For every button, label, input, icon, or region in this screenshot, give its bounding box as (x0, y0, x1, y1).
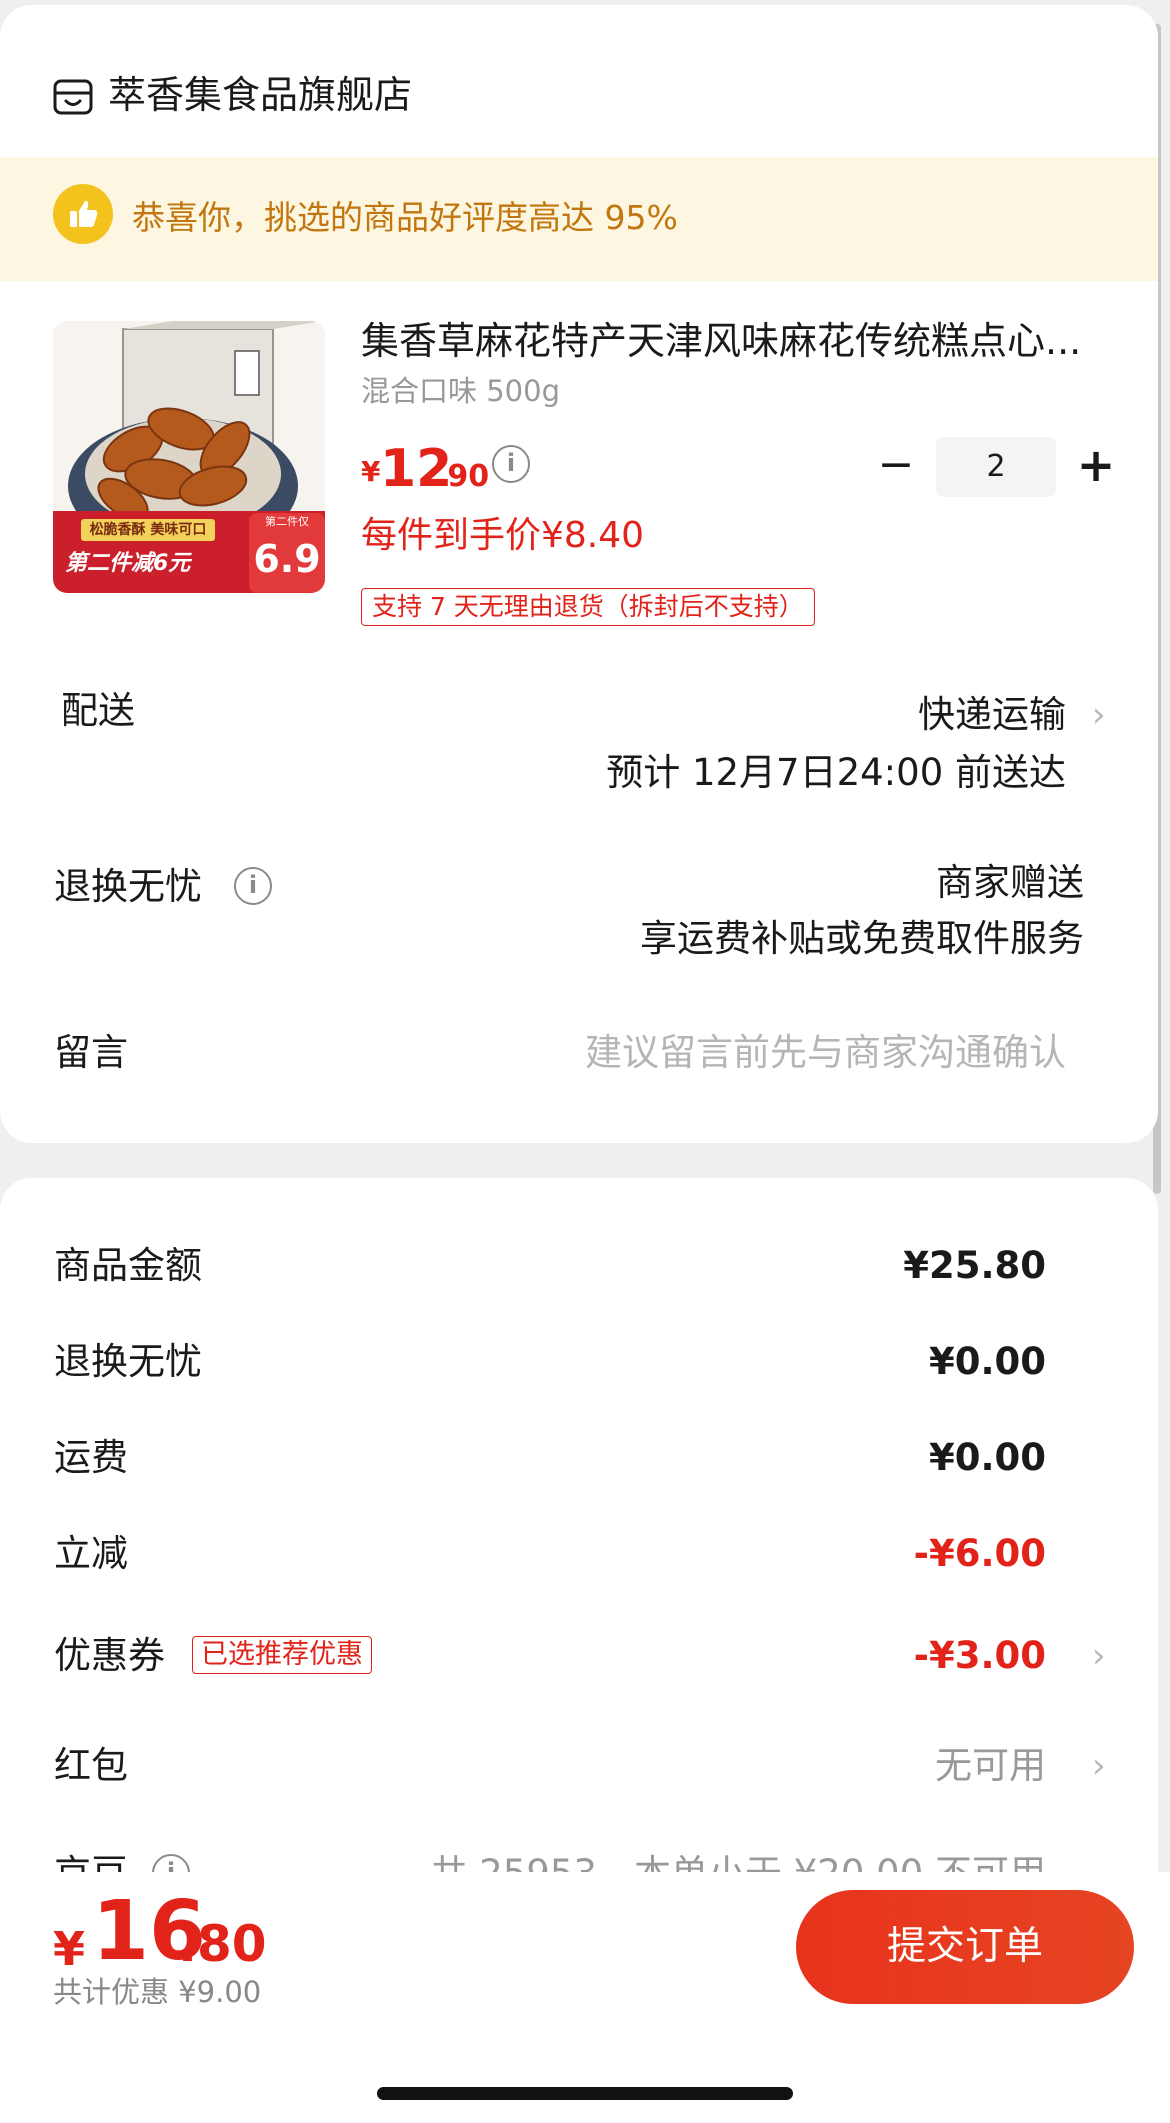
worry-free-fee-label: 退换无忧 (54, 1340, 202, 1383)
red-packet-label[interactable]: 红包 (54, 1740, 128, 1792)
product-image-badge-label: 第二件仅 (265, 515, 309, 528)
banner-text: 恭喜你，挑选的商品好评度高达 95% (132, 198, 678, 237)
price-currency: ¥ (361, 455, 381, 488)
praise-banner: 恭喜你，挑选的商品好评度高达 95% (0, 157, 1158, 281)
checkout-bar: ¥ 16 .80 共计优惠 ¥9.00 提交订单 (0, 1872, 1170, 2123)
worry-free-service: 享运费补贴或免费取件服务 (640, 917, 1084, 960)
product-image-promo: 第二件减6元 (65, 551, 191, 576)
goods-amount-value: ¥25.80 (903, 1244, 1046, 1287)
delivery-eta: 预计 12月7日24:00 前送达 (606, 751, 1066, 794)
price-decimal: .90 (436, 459, 490, 494)
home-indicator[interactable] (377, 2087, 793, 2100)
red-packet-value[interactable]: 无可用 (935, 1740, 1046, 1792)
product-image-badge-price: 6.9 (253, 537, 321, 581)
total-currency: ¥ (53, 1922, 86, 1976)
submit-order-button[interactable]: 提交订单 (796, 1890, 1134, 2004)
price-info-icon[interactable]: i (492, 445, 530, 483)
instant-discount-label: 立减 (54, 1532, 128, 1575)
product-title[interactable]: 集香草麻花特产天津风味麻花传统糕点心... (361, 315, 1121, 367)
chevron-right-icon[interactable]: › (1092, 1630, 1106, 1682)
worry-free-label: 退换无忧 (54, 865, 202, 908)
total-decimal: .80 (178, 1915, 267, 1973)
shipping-fee-label: 运费 (54, 1436, 128, 1479)
goods-amount-label: 商品金额 (54, 1244, 202, 1287)
coupon-value[interactable]: -¥3.00 (914, 1630, 1046, 1682)
chevron-right-icon[interactable]: › (1092, 689, 1106, 741)
worry-free-fee-value: ¥0.00 (928, 1340, 1046, 1383)
shipping-fee-value: ¥0.00 (928, 1436, 1046, 1479)
coupon-recommended-tag: 已选推荐优惠 (192, 1636, 372, 1674)
instant-discount-value: -¥6.00 (913, 1532, 1046, 1575)
return-policy-tag: 支持 7 天无理由退货（拆封后不支持） (361, 588, 815, 626)
worry-free-info-icon[interactable]: i (234, 867, 272, 905)
product-image-tagline: 松脆香酥 美味可口 (89, 522, 207, 538)
product-variant[interactable]: 混合口味 500g (361, 371, 560, 411)
message-input[interactable]: 建议留言前先与商家沟通确认 (585, 1027, 1066, 1079)
price-summary-card: 商品金额 ¥25.80 退换无忧 ¥0.00 运费 ¥0.00 立减 -¥6.0… (0, 1178, 1158, 1978)
store-icon (53, 79, 93, 115)
unit-price: 每件到手价¥8.40 (361, 515, 645, 556)
thumbs-up-icon (53, 184, 113, 244)
quantity-increase-button[interactable]: + (1076, 442, 1116, 488)
coupon-label[interactable]: 优惠券 (54, 1630, 165, 1682)
delivery-method[interactable]: 快递运输 (918, 689, 1066, 741)
store-name[interactable]: 萃香集食品旗舰店 (108, 69, 412, 121)
quantity-decrease-button[interactable]: − (876, 443, 916, 487)
order-card: 萃香集食品旗舰店 恭喜你，挑选的商品好评度高达 95% 松脆香酥 美味可口 第二… (0, 5, 1158, 1143)
worry-free-gift: 商家赠送 (936, 861, 1084, 904)
quantity-input[interactable]: 2 (936, 437, 1056, 497)
total-discount[interactable]: 共计优惠 ¥9.00 (53, 1972, 261, 2012)
message-label: 留言 (54, 1031, 128, 1074)
delivery-label: 配送 (61, 689, 135, 732)
chevron-right-icon[interactable]: › (1092, 1740, 1106, 1792)
product-image[interactable]: 松脆香酥 美味可口 第二件减6元 第二件仅 6.9 (53, 321, 325, 593)
